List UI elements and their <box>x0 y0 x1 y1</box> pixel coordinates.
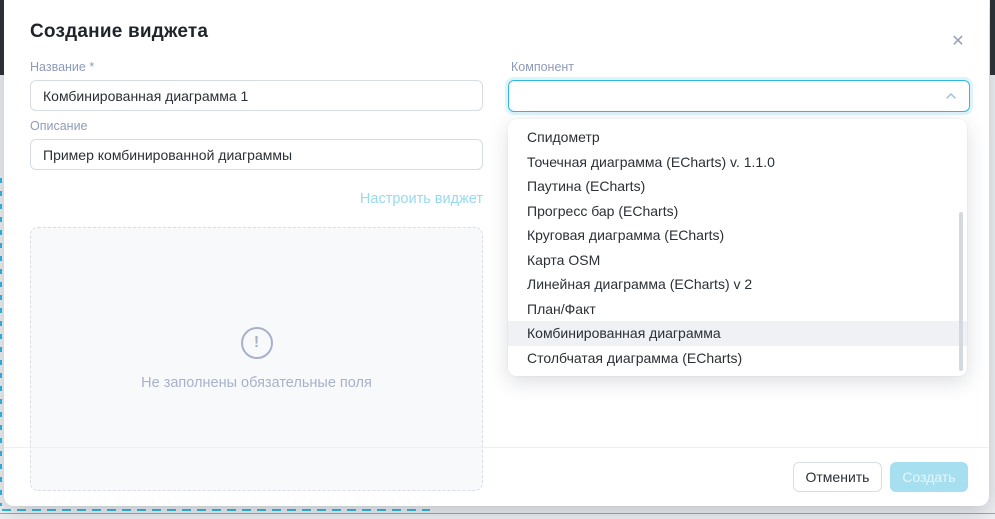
dropdown-item-highlighted[interactable]: Комбинированная диаграмма <box>508 321 967 346</box>
description-input[interactable] <box>30 139 483 170</box>
placeholder-text: Не заполнены обязательные поля <box>141 375 372 391</box>
footer-divider <box>4 447 989 448</box>
create-widget-modal: Создание виджета ✕ Название * Описание Н… <box>4 0 989 506</box>
configure-widget-link[interactable]: Настроить виджет <box>30 191 483 207</box>
background-divider-line <box>0 513 995 514</box>
dropdown-item[interactable]: Точечная диаграмма (ECharts) v. 1.1.0 <box>508 150 967 175</box>
dropdown-item[interactable]: Линейная диаграмма (ECharts) v 2 <box>508 272 967 297</box>
close-icon[interactable]: ✕ <box>947 30 969 52</box>
dropdown-item[interactable]: Карта OSM <box>508 248 967 273</box>
widget-preview-placeholder: ! Не заполнены обязательные поля <box>30 227 483 491</box>
chevron-up-icon[interactable] <box>945 92 957 100</box>
component-input[interactable] <box>521 88 945 104</box>
component-combobox[interactable] <box>508 80 970 112</box>
dropdown-item[interactable]: Прогресс бар (ECharts) <box>508 199 967 224</box>
dropdown-item[interactable]: Паутина (ECharts) <box>508 174 967 199</box>
dropdown-item[interactable]: План/Факт <box>508 297 967 322</box>
dropdown-item[interactable]: Столбчатая диаграмма (ECharts) <box>508 346 967 371</box>
background-dashed-accent-bottom <box>2 509 430 511</box>
name-field-label: Название * <box>30 60 94 74</box>
background-dashed-accent-left <box>0 178 2 506</box>
cancel-button[interactable]: Отменить <box>793 462 882 492</box>
name-input[interactable] <box>30 80 483 111</box>
exclamation-circle-icon: ! <box>241 327 273 359</box>
create-button[interactable]: Создать <box>890 462 968 492</box>
component-dropdown-list: Спидометр Точечная диаграмма (ECharts) v… <box>508 119 967 376</box>
dropdown-item[interactable]: Круговая диаграмма (ECharts) <box>508 223 967 248</box>
background-dark-edge-right <box>990 0 995 75</box>
dropdown-item[interactable]: Спидометр <box>508 125 967 150</box>
modal-title: Создание виджета <box>30 21 208 43</box>
component-field-label: Компонент <box>511 60 574 74</box>
description-field-label: Описание <box>30 119 88 133</box>
dropdown-scrollbar-thumb[interactable] <box>959 212 963 371</box>
